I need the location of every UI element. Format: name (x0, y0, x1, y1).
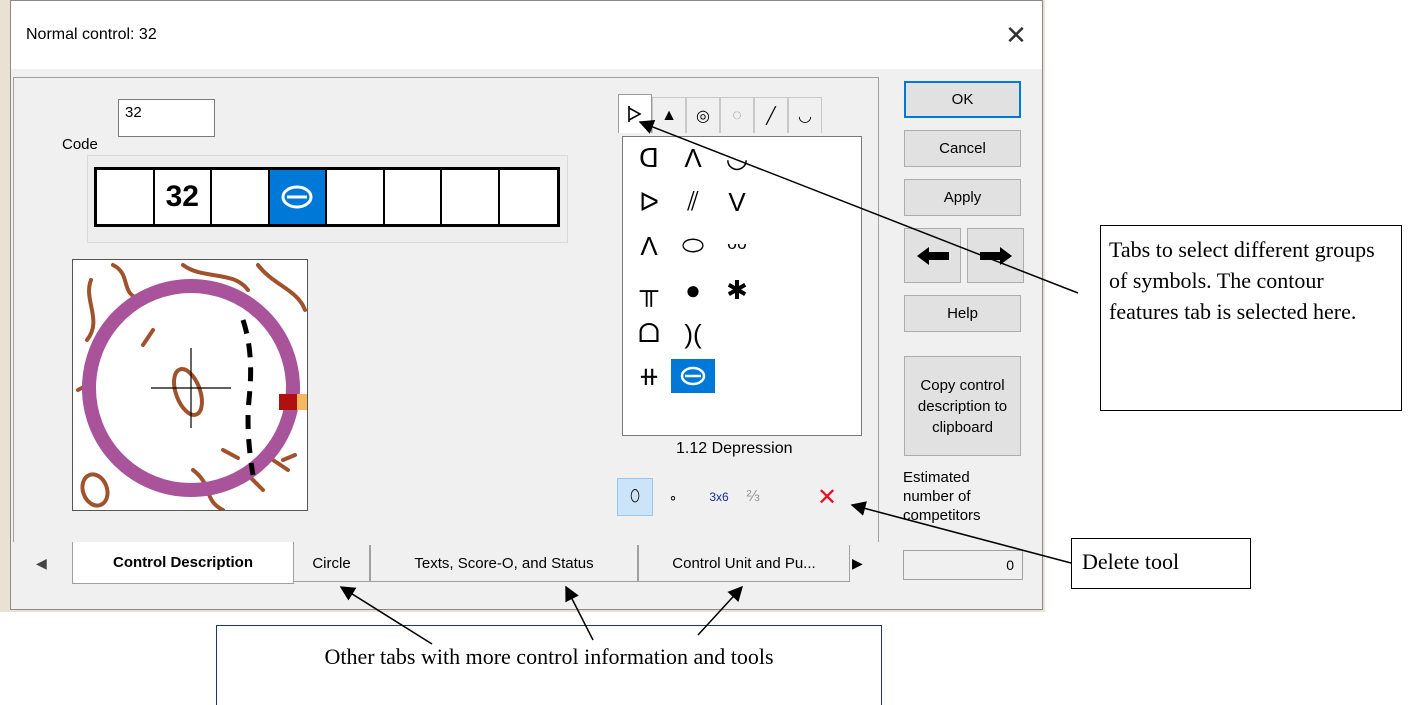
arrow-left-icon (916, 246, 949, 265)
symbol-spur-icon[interactable]: Λ (671, 141, 715, 175)
symbol-row: ╥ ● ✱ (627, 273, 759, 307)
symbol-gully-icon[interactable]: ⫽ (671, 185, 715, 219)
tab-special[interactable]: ◡ (788, 97, 822, 133)
description-cell[interactable] (327, 170, 385, 224)
description-cell[interactable]: 32 (155, 170, 212, 224)
window-title: Normal control: 32 (26, 26, 157, 43)
symbol-erosion-gully-icon[interactable]: ⧺ (627, 359, 671, 393)
estimated-competitors-input[interactable]: 0 (903, 550, 1023, 580)
symbol-narrow-pass-icon[interactable]: )( (671, 317, 715, 351)
symbol-toolbar: ⬯ ∘ 3x6 ⅔ ✕ (617, 478, 853, 518)
tab-rock-features[interactable]: ▲ (652, 97, 686, 133)
target-icon: ◎ (696, 107, 710, 125)
tab-control-description[interactable]: Control Description (72, 542, 294, 584)
symbol-depression-icon[interactable] (671, 359, 715, 393)
description-cell[interactable] (385, 170, 442, 224)
description-cell[interactable] (97, 170, 155, 224)
estimated-competitors-label: Estimated number of competitors (903, 469, 981, 524)
cancel-button[interactable]: Cancel (904, 130, 1021, 167)
description-cell-selected[interactable] (269, 170, 327, 224)
code-input[interactable]: 32 (118, 99, 215, 137)
tab-scroll-left-icon[interactable]: ◀ (36, 555, 47, 572)
symbol-earth-bank-icon[interactable]: ╥ (627, 273, 671, 307)
arrow-right-icon (979, 246, 1012, 265)
small-circle-tool-icon[interactable]: ∘ (655, 478, 691, 516)
triangle-icon: ▲ (661, 106, 677, 124)
callout-other-tabs: Other tabs with more control information… (216, 625, 882, 705)
size-tool-icon[interactable]: 3x6 (701, 478, 737, 516)
tab-vegetation[interactable]: ◌ (720, 97, 754, 133)
symbol-pit-icon[interactable]: ᗝ (627, 317, 671, 351)
callout-delete-tool: Delete tool (1071, 538, 1251, 589)
code-label: Code (62, 136, 98, 153)
description-strip: 32 (94, 167, 560, 227)
symbol-spur-point-icon[interactable]: ᐅ (627, 185, 671, 219)
symbol-row: ᐅ ⫽ V (627, 185, 759, 219)
symbol-knoll-icon[interactable]: ⬭ (671, 229, 715, 263)
symbol-row: ᗝ )( (627, 317, 715, 351)
tab-control-unit[interactable]: Control Unit and Pu... (638, 545, 850, 582)
previous-control-button[interactable] (904, 228, 961, 283)
curve-icon: ◡ (798, 107, 812, 125)
symbol-row: ᗡ Λ ◡ (627, 141, 759, 175)
spur-icon (628, 106, 642, 122)
line-icon: ╱ (766, 107, 776, 125)
tab-contour-features[interactable] (618, 94, 652, 133)
ok-button[interactable]: OK (904, 81, 1021, 118)
map-preview (72, 259, 308, 511)
tab-circle[interactable]: Circle (293, 545, 370, 582)
tab-man-made[interactable]: ╱ (754, 97, 788, 133)
dotted-circle-icon: ◌ (732, 106, 742, 124)
callout-symbol-tabs: Tabs to select different groups of symbo… (1100, 225, 1402, 411)
depression-icon (281, 185, 313, 209)
tab-scroll-right-icon[interactable]: ▶ (852, 555, 863, 572)
ellipse-tool-icon[interactable]: ⬯ (617, 478, 653, 516)
help-button[interactable]: Help (904, 295, 1021, 332)
symbol-name: 1.12 Depression (676, 440, 793, 457)
fraction-tool-icon[interactable]: ⅔ (735, 478, 771, 516)
symbol-group-tabs: ▲ ◎ ◌ ╱ ◡ (618, 94, 822, 135)
symbol-reentrant-icon[interactable]: ◡ (715, 141, 759, 175)
symbol-grid: ᗡ Λ ◡ ᐅ ⫽ V Λ ⬭ ᵕᵕ ╥ ● ✱ ᗝ )( ⧺ (622, 136, 862, 436)
symbol-row: Λ ⬭ ᵕᵕ (627, 229, 759, 263)
depression-icon (680, 366, 706, 386)
apply-button[interactable]: Apply (904, 179, 1021, 216)
symbol-saddle-icon[interactable]: ᵕᵕ (715, 229, 759, 263)
description-cell[interactable] (212, 170, 270, 224)
description-cell[interactable] (442, 170, 500, 224)
tab-texts-score-status[interactable]: Texts, Score-O, and Status (370, 545, 638, 582)
symbol-special-feature-icon[interactable]: ✱ (715, 273, 759, 307)
delete-tool-icon[interactable]: ✕ (809, 478, 845, 516)
tab-water-features[interactable]: ◎ (686, 97, 720, 133)
copy-description-button[interactable]: Copy control description to clipboard (904, 356, 1021, 456)
symbol-hill-icon[interactable]: Λ (627, 229, 671, 263)
symbol-terrace-icon[interactable]: ᗡ (627, 141, 671, 175)
symbol-row: ⧺ (627, 359, 715, 393)
close-icon[interactable]: ✕ (996, 17, 1036, 53)
symbol-small-knoll-icon[interactable]: ● (671, 273, 715, 307)
symbol-valley-icon[interactable]: V (715, 185, 759, 219)
next-control-button[interactable] (967, 228, 1024, 283)
description-cell[interactable] (500, 170, 557, 224)
title-bar: Normal control: 32 ✕ (11, 1, 1042, 69)
